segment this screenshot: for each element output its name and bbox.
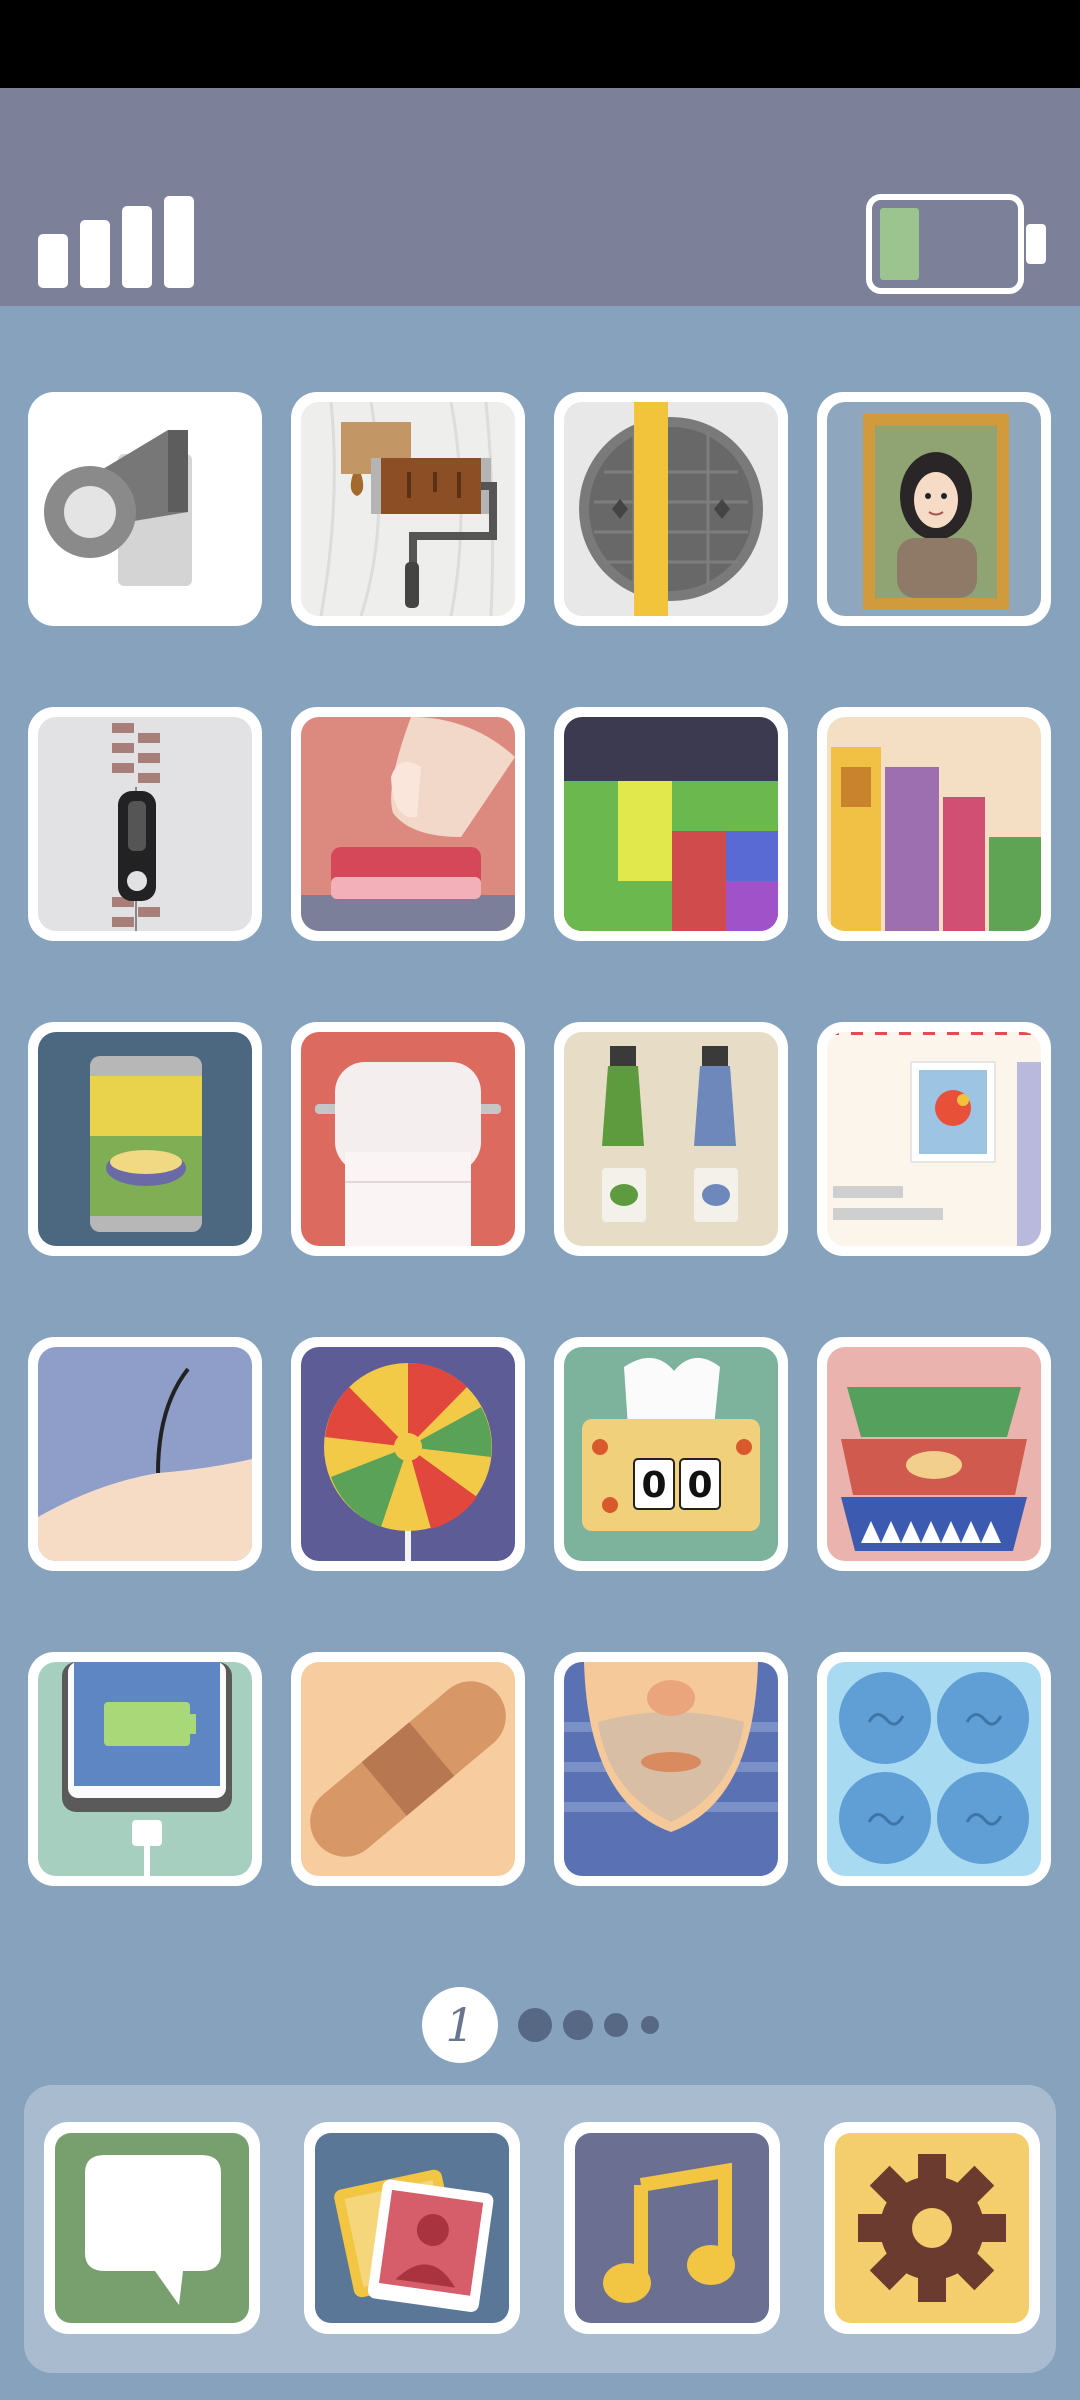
page-dot[interactable]: [641, 2016, 659, 2034]
page-dot[interactable]: [604, 2013, 628, 2037]
page-dot[interactable]: [563, 2010, 593, 2040]
dock: [24, 2085, 1056, 2373]
phone-charging-icon: [38, 1662, 252, 1876]
dock-app-messages[interactable]: [44, 2122, 260, 2334]
portrait-painting-icon: [827, 402, 1041, 616]
battery-icon: [866, 194, 1046, 294]
lollipop-icon: [301, 1347, 515, 1561]
dock-app-photos[interactable]: [304, 2122, 520, 2334]
dock-app-music[interactable]: [564, 2122, 780, 2334]
app-bubble-wrap[interactable]: [817, 1652, 1051, 1886]
red-button-icon: [301, 717, 515, 931]
stubble-chin-icon: [564, 1662, 778, 1876]
block-puzzle-icon: [564, 717, 778, 931]
page-dot[interactable]: [518, 2008, 552, 2042]
app-block-puzzle[interactable]: [554, 707, 788, 941]
security-camera-icon: [38, 402, 252, 616]
zipper-icon: [38, 717, 252, 931]
music-icon: [575, 2133, 769, 2323]
tissue-counter-digit: 0: [641, 1465, 666, 1506]
paint-roller-icon: [301, 402, 515, 616]
app-paint-roller[interactable]: [291, 392, 525, 626]
envelope-stamp-icon: [827, 1032, 1041, 1246]
skin-hair-icon: [38, 1347, 252, 1561]
messages-icon: [55, 2133, 249, 2323]
app-soup-can[interactable]: [28, 1022, 262, 1256]
dock-app-settings[interactable]: [824, 2122, 1040, 2334]
app-toilet-paper[interactable]: [291, 1022, 525, 1256]
system-top-bar: [0, 0, 1080, 88]
manhole-cover-icon: [564, 402, 778, 616]
toilet-paper-icon: [301, 1032, 515, 1246]
app-phone-charging[interactable]: [28, 1652, 262, 1886]
app-stubble-chin[interactable]: [554, 1652, 788, 1886]
tissue-box-icon: 0 0: [564, 1347, 778, 1561]
app-bandage[interactable]: [291, 1652, 525, 1886]
app-bookshelf[interactable]: [817, 707, 1051, 941]
battery-level-fill: [880, 208, 919, 280]
app-paint-tubes[interactable]: [554, 1022, 788, 1256]
app-lollipop[interactable]: [291, 1337, 525, 1571]
tissue-counter-digit: 0: [687, 1465, 712, 1506]
stacked-bowls-icon: [827, 1347, 1041, 1561]
app-portrait-painting[interactable]: [817, 392, 1051, 626]
app-zipper[interactable]: [28, 707, 262, 941]
app-red-button[interactable]: [291, 707, 525, 941]
app-security-camera[interactable]: [28, 392, 262, 626]
bookshelf-icon: [827, 717, 1041, 931]
photos-icon: [315, 2133, 509, 2323]
soup-can-icon: [38, 1032, 252, 1246]
bandage-icon: [301, 1662, 515, 1876]
app-manhole-cover[interactable]: [554, 392, 788, 626]
settings-gear-icon: [835, 2133, 1029, 2323]
current-page-number: 1: [445, 1998, 474, 2052]
app-stacked-bowls[interactable]: [817, 1337, 1051, 1571]
app-envelope-stamp[interactable]: [817, 1022, 1051, 1256]
app-skin-hair[interactable]: [28, 1337, 262, 1571]
signal-strength-icon: [38, 196, 194, 288]
page-indicator: 1: [422, 1987, 659, 2063]
paint-tubes-icon: [564, 1032, 778, 1246]
app-tissue-box[interactable]: 0 0: [554, 1337, 788, 1571]
bubble-wrap-icon: [827, 1662, 1041, 1876]
